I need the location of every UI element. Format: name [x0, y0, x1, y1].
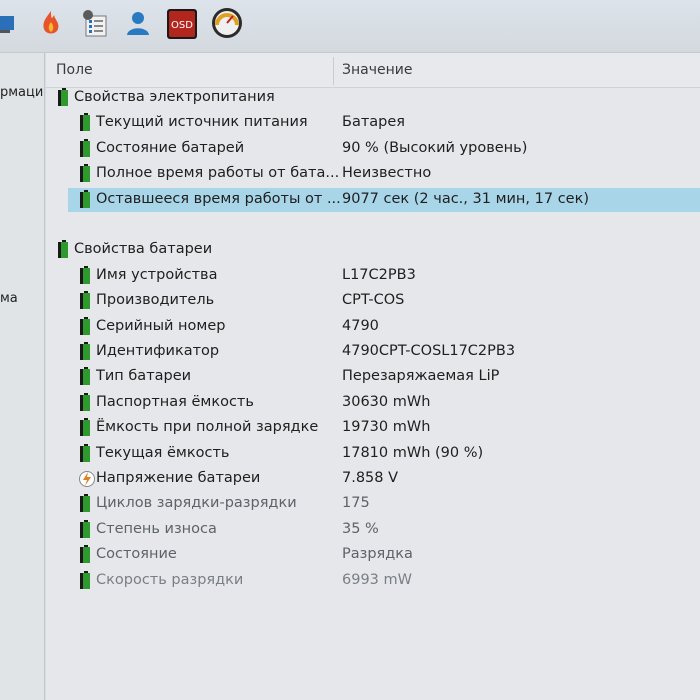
property-value: Перезаряжаемая LiP: [342, 368, 500, 385]
property-row[interactable]: Скорость разрядки 6993 mW: [46, 569, 700, 593]
list-header: Поле Значение: [46, 53, 700, 88]
property-value: 17810 mWh (90 %): [342, 444, 484, 461]
battery-icon: [78, 570, 94, 591]
property-value: 4790: [342, 317, 379, 334]
battery-icon: [56, 88, 72, 108]
battery-icon: [56, 240, 72, 260]
property-value: L17C2PB3: [342, 266, 416, 283]
property-row[interactable]: Имя устройства L17C2PB3: [46, 264, 700, 288]
property-name: Скорость разрядки: [96, 571, 244, 588]
property-name: Идентификатор: [96, 343, 220, 359]
property-value: 90 % (Высокий уровень): [342, 139, 528, 156]
section-title: Свойства батареи: [74, 241, 213, 258]
property-value: 6993 mW: [342, 571, 412, 588]
battery-icon: [78, 265, 94, 286]
property-value: CPT-COS: [342, 292, 405, 309]
property-name: Состояние: [96, 546, 177, 563]
property-name: Имя устройства: [96, 266, 218, 283]
property-name: Степень износа: [96, 520, 217, 537]
property-name: Текущая ёмкость: [96, 444, 230, 461]
property-row[interactable]: Оставшееся время работы от ... 9077 сек (…: [46, 187, 700, 212]
left-tree-item[interactable]: ма: [0, 291, 18, 306]
property-row[interactable]: Состояние батарей 90 % (Высокий уровень): [46, 137, 700, 161]
property-name: Оставшееся время работы от ...: [96, 190, 341, 207]
section-row[interactable]: Свойства электропитания: [46, 86, 700, 110]
property-row[interactable]: Текущая ёмкость 17810 mWh (90 %): [46, 442, 700, 466]
property-row[interactable]: Текущий источник питания Батарея: [46, 111, 700, 135]
voltage-icon: [78, 469, 95, 489]
property-value: Разрядка: [342, 546, 413, 563]
user-icon[interactable]: [123, 8, 153, 38]
left-tree-item[interactable]: рмаци: [0, 85, 43, 100]
property-row[interactable]: Серийный номер 4790: [46, 315, 700, 339]
section-title: Свойства электропитания: [74, 89, 275, 105]
property-value: 30630 mWh: [342, 393, 431, 410]
battery-icon: [78, 392, 94, 413]
battery-icon: [78, 494, 94, 514]
property-name: Полное время работы от бата...: [96, 165, 340, 182]
battery-icon: [78, 443, 94, 464]
property-row[interactable]: Полное время работы от бата... Неизвестно: [46, 162, 700, 186]
property-row[interactable]: Степень износа 35 %: [46, 518, 700, 542]
details-list[interactable]: Поле Значение Свойства электропитания Тек…: [46, 53, 700, 700]
battery-icon: [78, 367, 94, 387]
osd-icon[interactable]: OSD: [166, 8, 198, 40]
property-value: 4790CPT-COSL17C2PB3: [342, 343, 516, 359]
property-name: Тип батареи: [96, 368, 192, 385]
property-row[interactable]: Тип батареи Перезаряжаемая LiP: [46, 365, 700, 389]
flame-icon[interactable]: [36, 8, 66, 38]
property-value: 35 %: [342, 520, 379, 537]
property-value: Батарея: [342, 114, 406, 131]
property-value: 19730 mWh: [342, 419, 431, 436]
property-row[interactable]: Состояние Разрядка: [46, 543, 700, 567]
blank-row: [46, 213, 700, 237]
property-row[interactable]: Напряжение батареи 7.858 V: [46, 467, 700, 491]
battery-icon: [78, 519, 94, 540]
property-name: Состояние батарей: [96, 139, 245, 156]
property-name: Текущий источник питания: [96, 114, 308, 131]
property-row[interactable]: Производитель CPT-COS: [46, 289, 700, 313]
battery-icon: [78, 138, 94, 159]
property-name: Паспортная ёмкость: [96, 393, 254, 410]
battery-icon: [78, 113, 94, 133]
property-name: Производитель: [96, 292, 215, 309]
battery-icon: [78, 189, 94, 210]
property-row[interactable]: Паспортная ёмкость 30630 mWh: [46, 391, 700, 415]
gauge-icon[interactable]: [210, 6, 244, 40]
property-value: 175: [342, 495, 370, 512]
battery-icon: [78, 316, 94, 337]
property-name: Напряжение батареи: [96, 470, 261, 486]
osd-label: OSD: [171, 20, 193, 31]
property-name: Ёмкость при полной зарядке: [96, 419, 319, 436]
section-row[interactable]: Свойства батареи: [46, 238, 700, 262]
column-header-value[interactable]: Значение: [342, 62, 412, 78]
column-header-field[interactable]: Поле: [56, 62, 93, 78]
toolbar: OSD: [0, 0, 700, 53]
property-value: 9077 сек (2 час., 31 мин, 17 сек): [342, 190, 590, 207]
property-value: 7.858 V: [342, 470, 399, 486]
column-divider[interactable]: [333, 57, 334, 85]
property-row[interactable]: Ёмкость при полной зарядке 19730 mWh: [46, 416, 700, 440]
property-row[interactable]: Циклов зарядки-разрядки 175: [46, 492, 700, 516]
left-tree-pane[interactable]: рмаци ма: [0, 53, 45, 700]
property-value: Неизвестно: [342, 165, 432, 182]
battery-icon: [78, 342, 94, 362]
device-manager-icon[interactable]: [80, 8, 110, 38]
battery-icon: [78, 545, 94, 565]
battery-icon: [78, 291, 94, 311]
battery-icon: [78, 418, 94, 438]
computer-icon[interactable]: [0, 8, 20, 38]
property-row[interactable]: Идентификатор 4790CPT-COSL17C2PB3: [46, 340, 700, 364]
property-name: Циклов зарядки-разрядки: [96, 495, 297, 512]
battery-icon: [78, 164, 94, 184]
property-name: Серийный номер: [96, 317, 226, 334]
